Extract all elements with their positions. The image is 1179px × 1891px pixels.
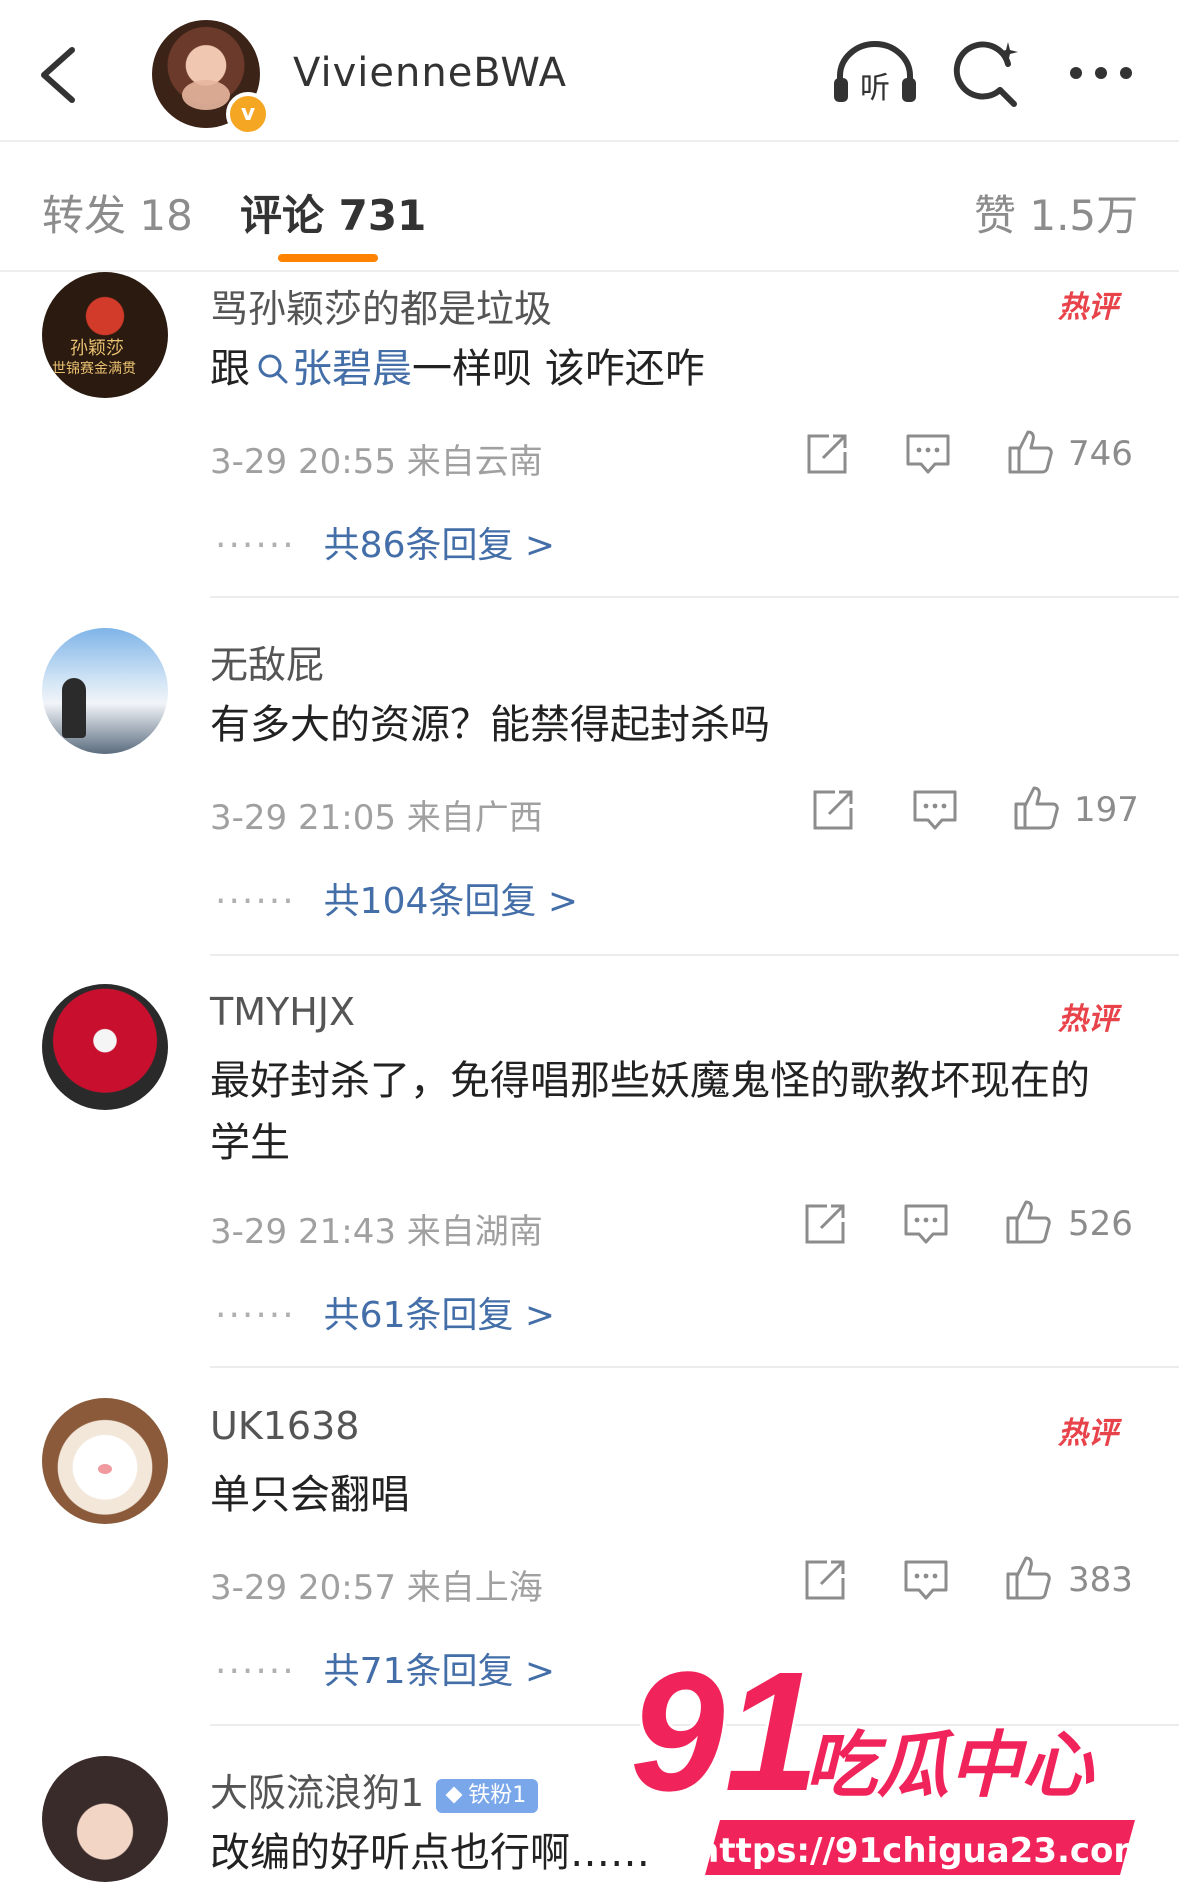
commenter-avatar[interactable]: 孙颖莎 世锦赛金满贯	[42, 272, 168, 398]
tab-likes[interactable]: 赞 1.5万	[974, 182, 1138, 243]
hot-comment-badge: 热评	[1058, 1002, 1118, 1037]
watermark-number: 91	[630, 1640, 819, 1827]
reply-dots: ······	[215, 1651, 296, 1692]
commenter-avatar[interactable]	[42, 1756, 168, 1882]
commenter-name[interactable]: UK1638	[210, 1404, 359, 1448]
like-count: 197	[1074, 790, 1139, 830]
avatar-caption-sub: 世锦赛金满贯	[52, 361, 136, 377]
post-tabs: 转发 18 评论 731 赞 1.5万	[0, 142, 1179, 272]
tab-comments[interactable]: 评论 731	[240, 182, 426, 243]
back-arrow-icon[interactable]	[30, 40, 90, 110]
commenter-name[interactable]: 骂孙颖莎的都是垃圾	[210, 278, 552, 333]
reply-dots: ······	[215, 881, 296, 922]
commenter-avatar[interactable]	[42, 628, 168, 754]
reply-comment-icon[interactable]	[912, 788, 958, 832]
listen-label: 听	[860, 71, 890, 106]
hot-comment-badge: 热评	[1058, 290, 1118, 325]
commenter-name-row: 大阪流浪狗1 铁粉1	[210, 1762, 539, 1817]
comment-divider	[210, 954, 1179, 956]
reply-comment-icon[interactable]	[903, 1558, 949, 1602]
verified-badge: v	[226, 92, 270, 136]
like-count: 383	[1068, 1560, 1133, 1600]
reply-comment-icon[interactable]	[905, 432, 951, 476]
comment-text: 改编的好听点也行啊……	[210, 1830, 650, 1876]
comment-divider	[210, 1724, 1179, 1726]
comment-text: 跟张碧晨一样呗 该咋还咋	[210, 338, 1110, 400]
share-icon[interactable]	[811, 788, 855, 832]
comment-text: 有多大的资源？能禁得起封杀吗	[210, 702, 770, 748]
more-options-icon[interactable]	[1066, 38, 1136, 108]
like-count: 746	[1068, 434, 1133, 474]
reply-count-text: 共71条回复 >	[323, 1651, 556, 1692]
reply-comment-icon[interactable]	[903, 1202, 949, 1246]
commenter-name[interactable]: TMYHJX	[210, 990, 355, 1034]
comment-divider	[210, 1366, 1179, 1368]
comment-meta: 3-29 20:55 来自云南	[210, 442, 543, 482]
like-thumb-icon[interactable]	[1006, 428, 1054, 476]
comment-text-before: 跟	[210, 346, 250, 392]
comment-text: 单只会翻唱	[210, 1472, 410, 1518]
avatar-figure	[62, 678, 86, 738]
commenter-name[interactable]: 无敌屁	[210, 634, 324, 689]
reply-count-text: 共61条回复 >	[323, 1295, 556, 1336]
like-thumb-icon[interactable]	[1012, 784, 1060, 832]
search-icon[interactable]	[952, 38, 1022, 108]
commenter-avatar[interactable]	[42, 1398, 168, 1524]
like-count: 526	[1068, 1204, 1133, 1244]
reply-count-text: 共86条回复 >	[323, 525, 556, 566]
view-replies-link[interactable]: ······ 共61条回复 >	[215, 1286, 555, 1338]
active-tab-indicator	[278, 254, 378, 262]
view-replies-link[interactable]: ······ 共71条回复 >	[215, 1642, 555, 1694]
avatar-caption: 孙颖莎	[70, 338, 124, 359]
top-navigation-bar: v VivienneBWA 听	[0, 0, 1179, 142]
share-icon[interactable]	[803, 1558, 847, 1602]
hot-comment-badge: 热评	[1058, 1416, 1118, 1451]
share-icon[interactable]	[805, 432, 849, 476]
topic-link[interactable]: 张碧晨	[250, 346, 412, 392]
listen-headphones-icon[interactable]: 听	[830, 38, 920, 108]
watermark-title: 吃瓜中心	[805, 1723, 1095, 1807]
fan-badge-label: 铁粉1	[468, 1782, 527, 1808]
comment-text: 最好封杀了，免得唱那些妖魔鬼怪的歌教坏现在的学生	[210, 1058, 1090, 1166]
comment-meta: 3-29 21:43 来自湖南	[210, 1212, 543, 1252]
commenter-avatar[interactable]	[42, 984, 168, 1110]
diamond-icon	[445, 1786, 463, 1803]
view-replies-link[interactable]: ······ 共86条回复 >	[215, 516, 555, 568]
like-thumb-icon[interactable]	[1004, 1554, 1052, 1602]
reply-count-text: 共104条回复 >	[323, 881, 578, 922]
share-icon[interactable]	[803, 1202, 847, 1246]
author-avatar[interactable]: v	[152, 20, 270, 136]
tab-repost[interactable]: 转发 18	[42, 182, 193, 243]
iron-fan-badge: 铁粉1	[436, 1778, 539, 1813]
commenter-name[interactable]: 大阪流浪狗1	[210, 1771, 424, 1815]
avatar-cat-nose	[98, 1464, 112, 1474]
comment-text-after: 一样呗 该咋还咋	[412, 346, 705, 392]
comment-meta: 3-29 20:57 来自上海	[210, 1568, 543, 1608]
author-username[interactable]: VivienneBWA	[293, 50, 567, 96]
search-link-icon	[258, 354, 288, 384]
comment-meta: 3-29 21:05 来自广西	[210, 798, 543, 838]
comment-divider	[210, 596, 1179, 598]
reply-dots: ······	[215, 1295, 296, 1336]
view-replies-link[interactable]: ······ 共104条回复 >	[215, 872, 578, 924]
like-thumb-icon[interactable]	[1004, 1198, 1052, 1246]
topic-link-text: 张碧晨	[292, 346, 412, 392]
reply-dots: ······	[215, 525, 296, 566]
